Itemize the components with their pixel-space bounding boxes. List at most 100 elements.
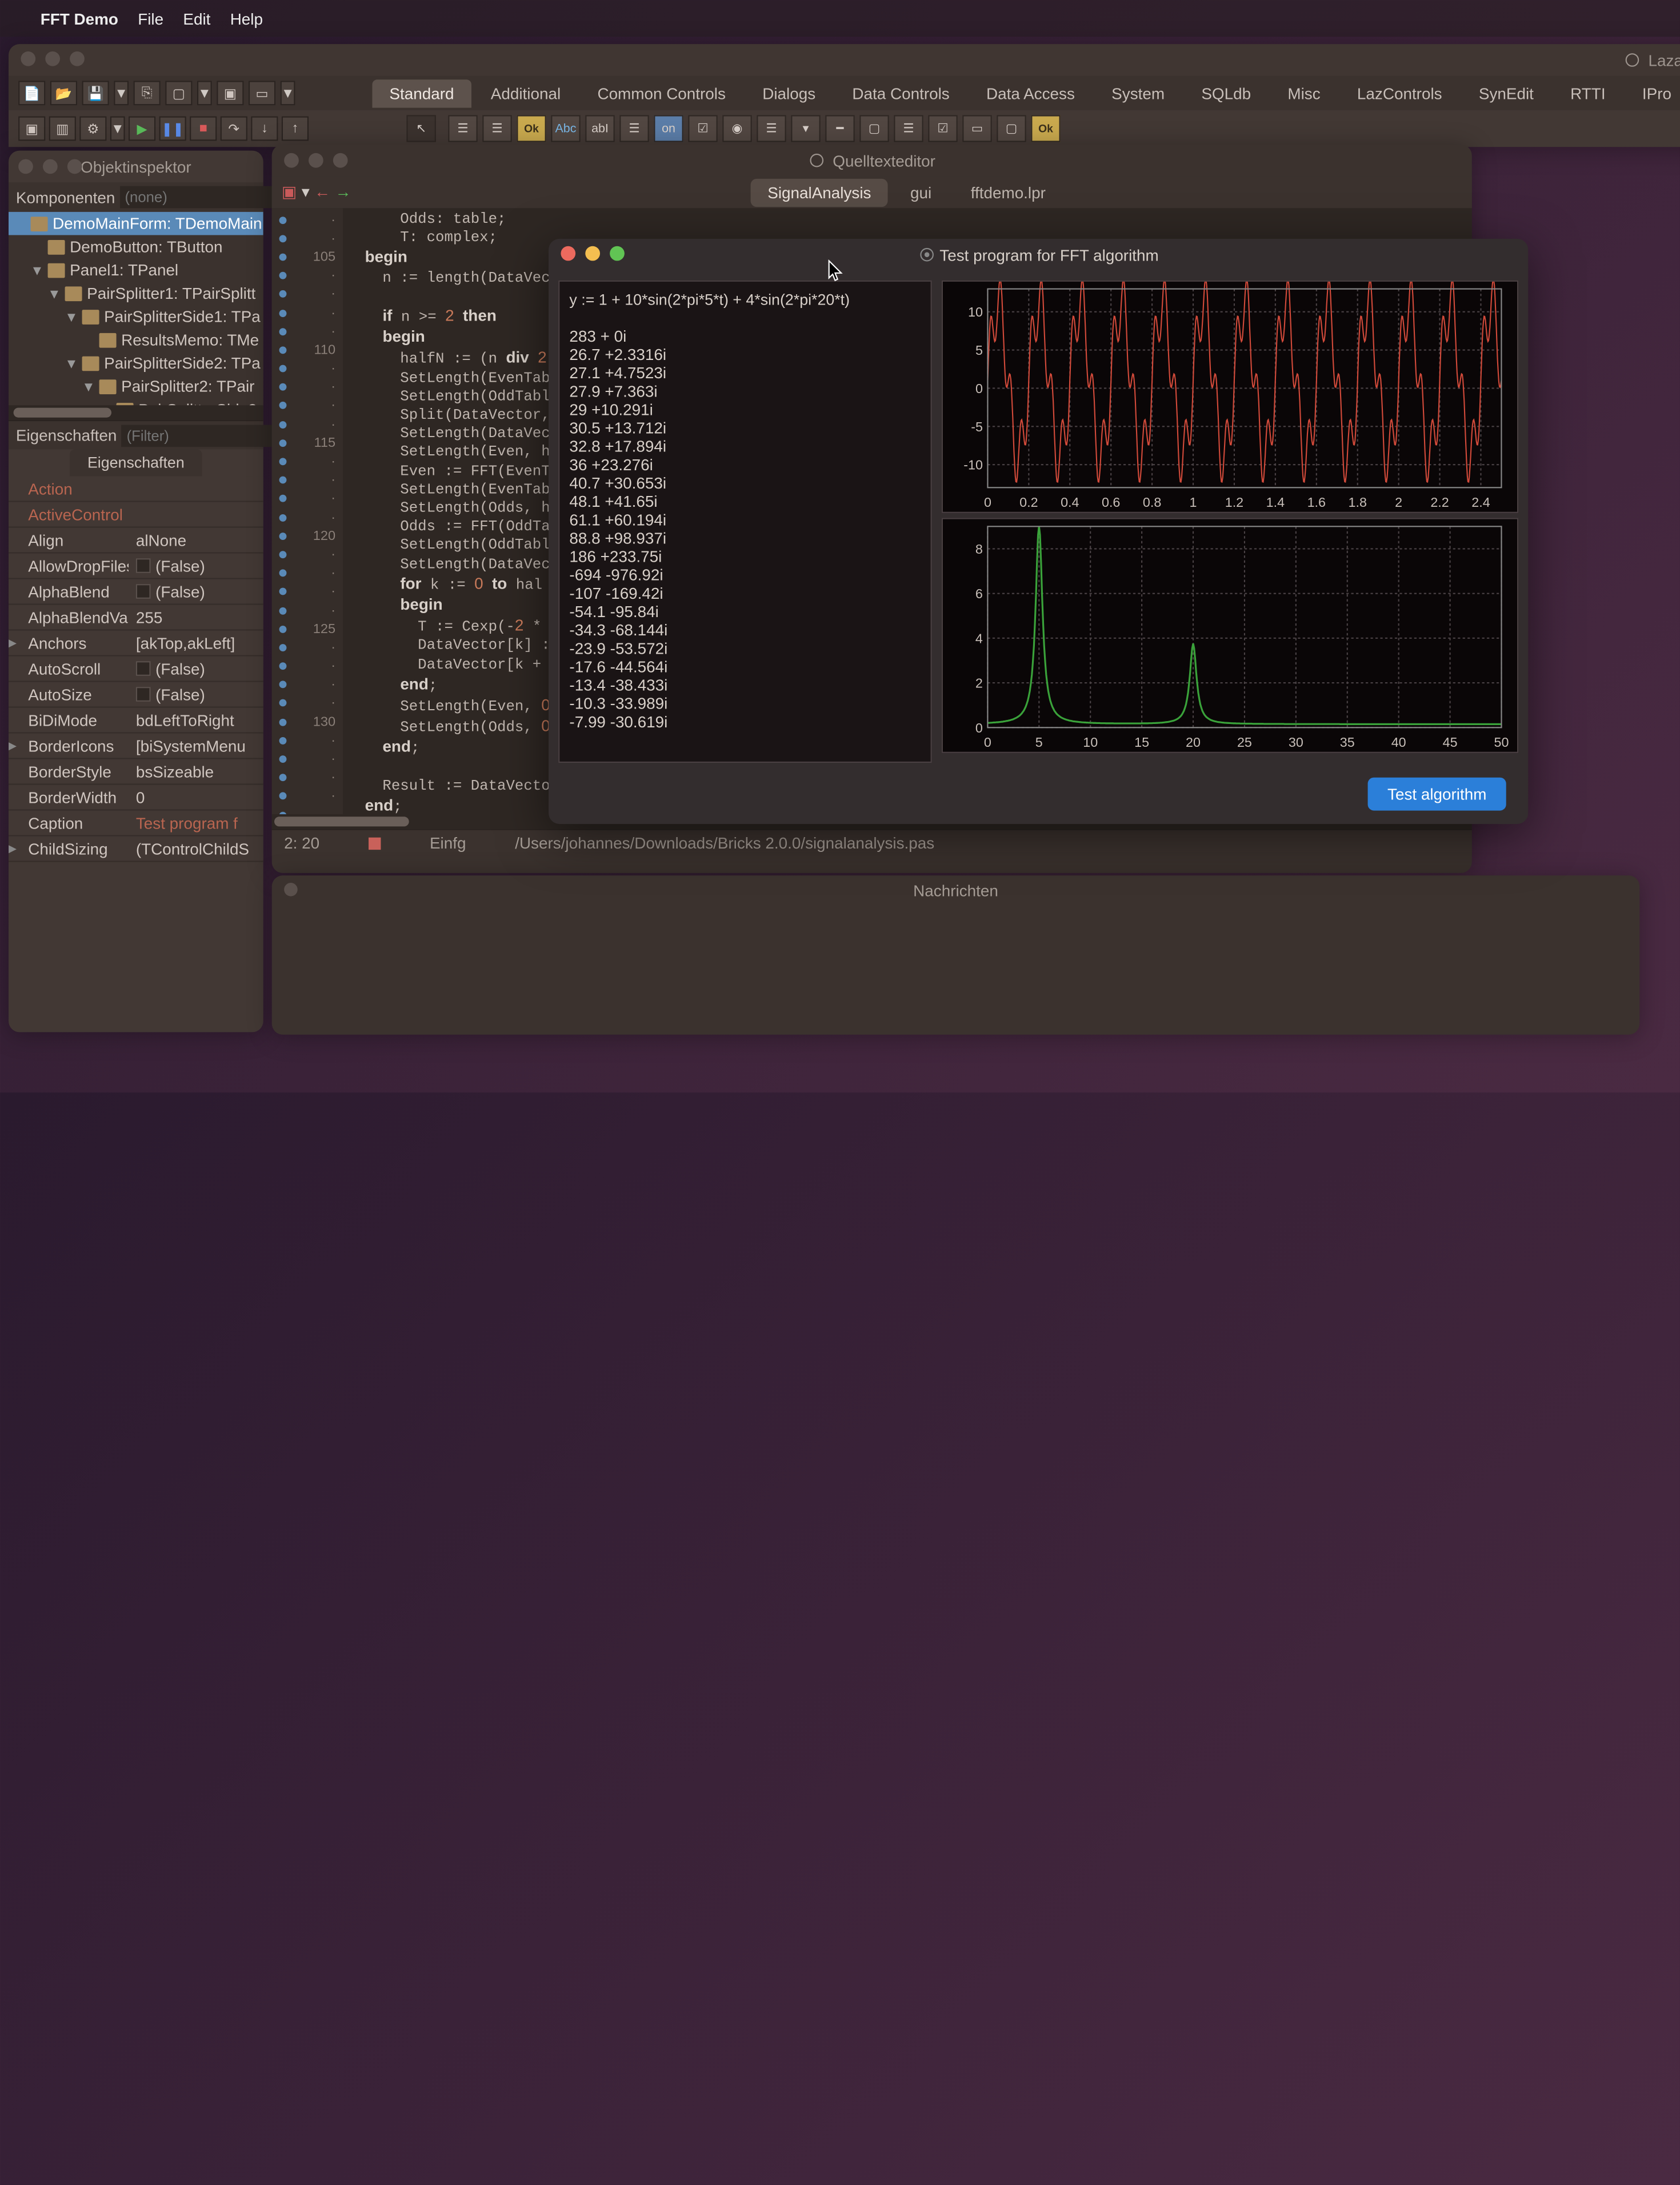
property-row[interactable]: ActiveControl xyxy=(9,502,263,528)
minimize-button[interactable] xyxy=(585,246,600,261)
palette-tab-data-access[interactable]: Data Access xyxy=(969,79,1092,107)
comp-mainmenu[interactable]: ☰ xyxy=(448,115,477,142)
pause-button[interactable]: ❚❚ xyxy=(159,117,186,141)
comp-frame[interactable]: ▢ xyxy=(997,115,1026,142)
svg-text:2: 2 xyxy=(975,676,983,691)
nav-back-button[interactable]: ← xyxy=(314,182,330,202)
editor-tab-fftdemo.lpr[interactable]: fftdemo.lpr xyxy=(954,178,1063,206)
palette-tab-sqldb[interactable]: SQLdb xyxy=(1184,79,1268,107)
property-row[interactable]: ▸BorderIcons[biSystemMenu xyxy=(9,734,263,759)
comp-popupmenu[interactable]: ☰ xyxy=(482,115,511,142)
toggle-form-button[interactable]: ▣ xyxy=(217,81,243,105)
palette-tab-lazcontrols[interactable]: LazControls xyxy=(1340,79,1459,107)
tree-item[interactable]: ▾PairSplitterSide2: TPa xyxy=(9,351,263,375)
units-dropdown[interactable]: ▾ xyxy=(281,81,295,105)
test-algorithm-button[interactable]: Test algorithm xyxy=(1368,777,1506,810)
comp-groupbox[interactable]: ▢ xyxy=(859,115,889,142)
property-row[interactable]: AlphaBlend (False) xyxy=(9,579,263,605)
new-button[interactable]: 📄 xyxy=(18,81,45,105)
comp-togglebox[interactable]: on xyxy=(654,115,683,142)
run-button[interactable]: ▶ xyxy=(129,117,155,141)
comp-listbox[interactable]: ☰ xyxy=(757,115,786,142)
menu-help[interactable]: Help xyxy=(230,9,263,27)
palette-tab-rtti[interactable]: RTTI xyxy=(1553,79,1622,107)
comp-button[interactable]: Ok xyxy=(517,115,546,142)
property-row[interactable]: AllowDropFiles (False) xyxy=(9,554,263,579)
palette-tab-dialogs[interactable]: Dialogs xyxy=(745,79,833,107)
property-row[interactable]: BorderStylebsSizeable xyxy=(9,759,263,785)
property-row[interactable]: ▸Anchors[akTop,akLeft] xyxy=(9,631,263,657)
comp-actionlist[interactable]: Ok xyxy=(1031,115,1060,142)
tree-scrollbar[interactable] xyxy=(9,405,263,420)
property-grid[interactable]: ActionActiveControlAlignalNoneAllowDropF… xyxy=(9,477,263,862)
config-dropdown[interactable]: ▾ xyxy=(110,117,125,141)
save-button[interactable]: 💾 xyxy=(82,81,109,105)
tree-item[interactable]: PairSplitterSide3 xyxy=(9,398,263,405)
step-out-button[interactable]: ↑ xyxy=(282,117,309,141)
config-button[interactable]: ⚙ xyxy=(79,117,106,141)
property-row[interactable]: BiDiModebdLeftToRight xyxy=(9,708,263,734)
editor-tab-signalanalysis[interactable]: SignalAnalysis xyxy=(750,178,888,206)
comp-scrollbar[interactable]: ━ xyxy=(825,115,854,142)
tree-item[interactable]: ResultsMemo: TMe xyxy=(9,328,263,351)
editor-tab-gui[interactable]: gui xyxy=(893,178,949,206)
save-dropdown[interactable]: ▾ xyxy=(114,81,129,105)
palette-tab-standard[interactable]: Standard xyxy=(372,79,471,107)
property-row[interactable]: ▸ChildSizing(TControlChildS xyxy=(9,837,263,862)
bookmark-dropdown[interactable]: ▾ xyxy=(302,182,310,202)
tree-item[interactable]: ▾PairSplitterSide1: TPa xyxy=(9,305,263,329)
tree-item[interactable]: ▾Panel1: TPanel xyxy=(9,258,263,282)
new-form-dropdown[interactable]: ▾ xyxy=(197,81,212,105)
tree-item[interactable]: ▾PairSplitter1: TPairSplitt xyxy=(9,282,263,305)
window-controls[interactable] xyxy=(21,51,84,66)
comp-label[interactable]: Abc xyxy=(551,115,580,142)
property-row[interactable]: AlignalNone xyxy=(9,528,263,554)
comp-checkgroup[interactable]: ☑ xyxy=(928,115,957,142)
step-into-button[interactable]: ↓ xyxy=(251,117,278,141)
comp-memo[interactable]: ☰ xyxy=(619,115,649,142)
palette-tab-common-controls[interactable]: Common Controls xyxy=(580,79,742,107)
saveall-button[interactable]: ⎘ xyxy=(134,81,161,105)
property-row[interactable]: AlphaBlendValu255 xyxy=(9,605,263,631)
units-button[interactable]: ▭ xyxy=(249,81,275,105)
zoom-button[interactable] xyxy=(610,246,625,261)
palette-tab-ipro[interactable]: IPro xyxy=(1625,79,1680,107)
open-button[interactable]: 📂 xyxy=(50,81,77,105)
property-row[interactable]: BorderWidth0 xyxy=(9,785,263,811)
menu-file[interactable]: File xyxy=(138,9,163,27)
view-forms-button[interactable]: ▥ xyxy=(49,117,76,141)
comp-checkbox[interactable]: ☑ xyxy=(688,115,717,142)
tab-properties[interactable]: Eigenschaften xyxy=(70,449,202,476)
palette-tab-misc[interactable]: Misc xyxy=(1270,79,1337,107)
step-over-button[interactable]: ↷ xyxy=(221,117,247,141)
comp-edit[interactable]: abI xyxy=(585,115,614,142)
comp-radiobutton[interactable]: ◉ xyxy=(722,115,751,142)
property-row[interactable]: AutoScroll (False) xyxy=(9,657,263,682)
editor-gutter[interactable]: ··105····110····115····120····125····130… xyxy=(272,208,343,814)
bookmark-icon[interactable]: ▣ xyxy=(282,182,297,202)
palette-tab-data-controls[interactable]: Data Controls xyxy=(835,79,966,107)
tree-item[interactable]: DemoMainForm: TDemoMain xyxy=(9,212,263,235)
tree-item[interactable]: DemoButton: TButton xyxy=(9,235,263,258)
new-form-button[interactable]: ▢ xyxy=(165,81,192,105)
app-menu[interactable]: FFT Demo xyxy=(41,9,118,27)
object-inspector: Objektinspektor Komponenten ▼ DemoMainFo… xyxy=(9,151,263,1033)
palette-tab-synedit[interactable]: SynEdit xyxy=(1462,79,1551,107)
comp-radiogroup[interactable]: ☰ xyxy=(894,115,923,142)
nav-forward-button[interactable]: → xyxy=(335,182,351,202)
property-row[interactable]: AutoSize (False) xyxy=(9,682,263,708)
palette-tab-additional[interactable]: Additional xyxy=(474,79,578,107)
close-button[interactable] xyxy=(561,246,575,261)
tree-item[interactable]: ▾PairSplitter2: TPair xyxy=(9,375,263,398)
comp-combobox[interactable]: ▾ xyxy=(791,115,820,142)
results-memo[interactable]: y := 1 + 10*sin(2*pi*5*t) + 4*sin(2*pi*2… xyxy=(558,281,932,763)
selector-tool[interactable]: ↖ xyxy=(406,115,435,142)
palette-tab-system[interactable]: System xyxy=(1094,79,1182,107)
menu-edit[interactable]: Edit xyxy=(183,9,210,27)
stop-button[interactable]: ■ xyxy=(190,117,217,141)
component-tree[interactable]: DemoMainForm: TDemoMainDemoButton: TButt… xyxy=(9,212,263,406)
property-row[interactable]: CaptionTest program f xyxy=(9,811,263,837)
comp-panel[interactable]: ▭ xyxy=(962,115,991,142)
view-units-button[interactable]: ▣ xyxy=(18,117,45,141)
property-row[interactable]: Action xyxy=(9,477,263,502)
